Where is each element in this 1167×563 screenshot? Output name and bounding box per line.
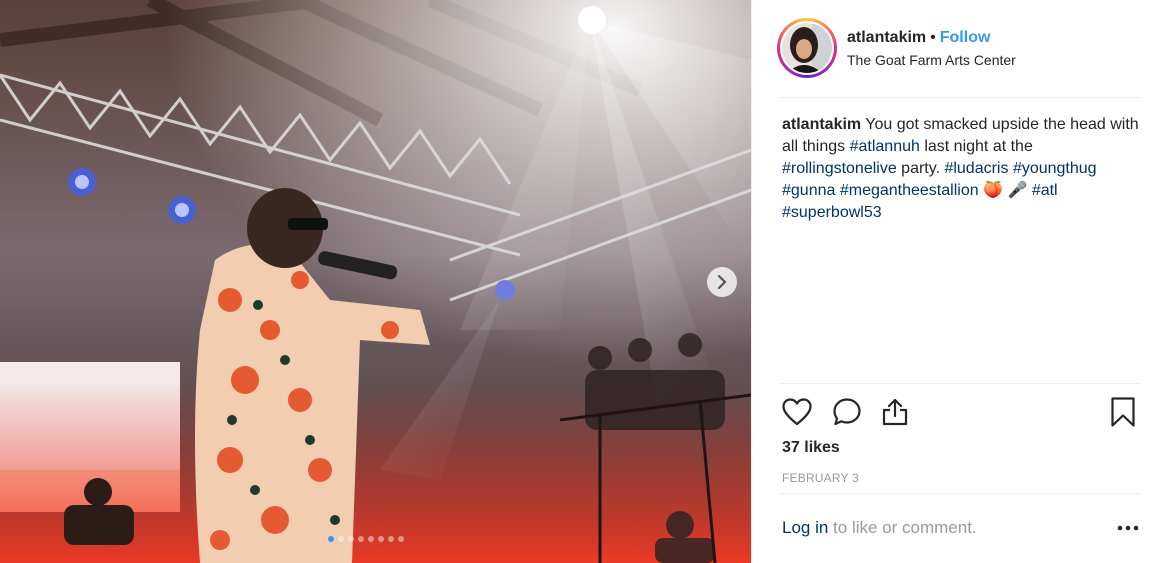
carousel-next-button[interactable]: [707, 267, 737, 297]
peach-emoji: 🍑: [983, 182, 1003, 199]
carousel-dot: [338, 536, 344, 542]
carousel-dot: [328, 536, 334, 542]
microphone-emoji: 🎤: [1007, 182, 1028, 199]
post-header: atlantakim • Follow The Goat Farm Arts Cen…: [777, 17, 1140, 79]
post-caption: atlantakim You got smacked upside the he…: [782, 114, 1144, 224]
comment-prompt-text: to like or comment.: [828, 518, 977, 537]
carousel-indicator: [328, 536, 404, 542]
save-button[interactable]: [1106, 395, 1140, 429]
caption-text: party.: [896, 160, 945, 177]
avatar-image: [782, 23, 832, 73]
carousel-dot: [378, 536, 384, 542]
caption-text: last night at the: [919, 138, 1033, 155]
post-actions: [780, 395, 1140, 429]
login-link[interactable]: Log in: [782, 518, 828, 537]
header-separator: •: [930, 29, 936, 46]
header-divider: [780, 97, 1140, 98]
post-date: FEBRUARY 3: [782, 471, 859, 485]
share-button[interactable]: [878, 395, 912, 429]
hashtag-ludacris[interactable]: #ludacris: [944, 160, 1008, 177]
post-username[interactable]: atlantakim: [847, 29, 926, 46]
hashtag-rollingstonelive[interactable]: #rollingstonelive: [782, 160, 897, 177]
post-location[interactable]: The Goat Farm Arts Center: [847, 52, 1016, 68]
carousel-dot: [358, 536, 364, 542]
comment-prompt: Log in to like or comment.: [782, 518, 977, 538]
bookmark-icon: [1111, 397, 1135, 427]
post-photo[interactable]: [0, 0, 751, 563]
avatar[interactable]: [777, 18, 837, 78]
hashtag-youngthug[interactable]: #youngthug: [1013, 160, 1097, 177]
like-button[interactable]: [780, 395, 814, 429]
carousel-dot: [398, 536, 404, 542]
actions-divider: [780, 383, 1140, 384]
more-options-button[interactable]: [1116, 516, 1140, 540]
concert-photo-image: [0, 0, 751, 563]
carousel-dot: [388, 536, 394, 542]
more-options-icon: [1117, 525, 1139, 531]
likes-count[interactable]: 37 likes: [782, 439, 840, 457]
hashtag-megantheestallion[interactable]: #megantheestallion: [840, 182, 979, 199]
comment-bubble-icon: [833, 398, 861, 426]
hashtag-superbowl53[interactable]: #superbowl53: [782, 204, 882, 221]
comment-divider: [780, 493, 1140, 494]
comment-button[interactable]: [830, 395, 864, 429]
share-icon: [882, 398, 908, 426]
hashtag-atl[interactable]: #atl: [1032, 182, 1058, 199]
carousel-dot: [348, 536, 354, 542]
hashtag-gunna[interactable]: #gunna: [782, 182, 835, 199]
heart-icon: [782, 398, 812, 426]
chevron-right-icon: [717, 275, 727, 289]
post-details-panel: atlantakim • Follow The Goat Farm Arts Cen…: [751, 0, 1167, 563]
follow-button[interactable]: Follow: [940, 29, 991, 46]
hashtag-atlannuh[interactable]: #atlannuh: [850, 138, 920, 155]
carousel-dot: [368, 536, 374, 542]
caption-username[interactable]: atlantakim: [782, 116, 861, 133]
